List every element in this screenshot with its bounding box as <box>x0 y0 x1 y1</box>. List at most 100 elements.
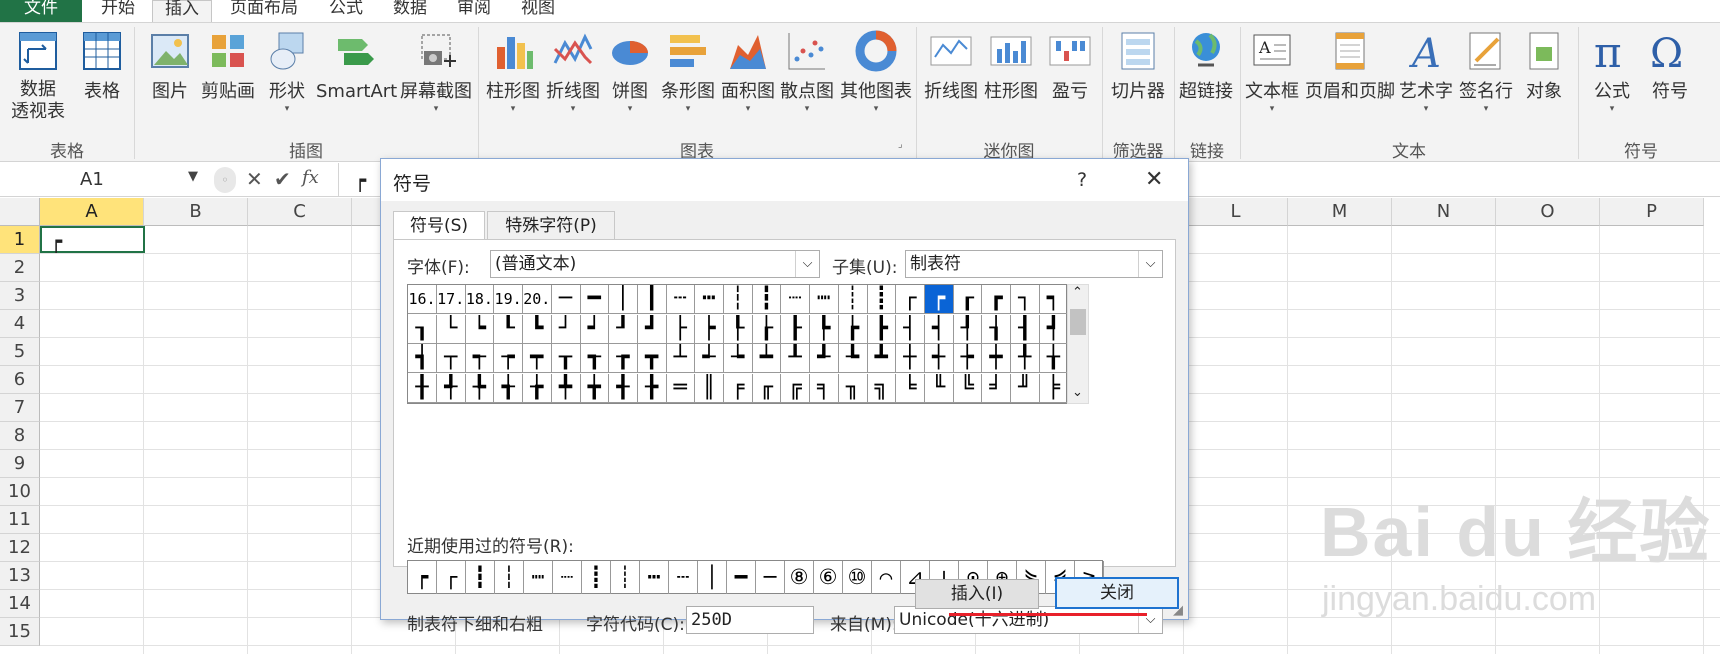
tab-insert[interactable]: 插入 <box>152 0 212 22</box>
equation-button[interactable]: π 公式 ▾ <box>1584 29 1640 115</box>
symbol-cell[interactable]: └ <box>436 314 466 344</box>
symbol-cell[interactable]: ┰ <box>551 344 581 373</box>
symbol-cell[interactable]: ┎ <box>953 285 983 314</box>
symbol-cell[interactable]: ╊ <box>637 373 667 403</box>
sparkline-winloss-button[interactable]: 盈亏 <box>1042 29 1098 103</box>
tab-data[interactable]: 数据 <box>382 0 438 22</box>
resize-grip-icon[interactable]: ◢ <box>1173 603 1183 618</box>
slicer-button[interactable]: 切片器 <box>1106 29 1170 103</box>
symbol-cell[interactable]: ┉ <box>809 285 839 314</box>
symbol-cell[interactable]: ╛ <box>982 373 1011 403</box>
row-header-5[interactable]: 5 <box>0 338 40 366</box>
expand-handle-icon[interactable]: ◦ <box>214 167 236 193</box>
symbol-cell[interactable]: ┟ <box>752 314 782 344</box>
tab-review[interactable]: 审阅 <box>446 0 502 22</box>
symbol-cell[interactable]: ╖ <box>838 373 868 403</box>
symbol-cell[interactable]: ┾ <box>953 344 983 373</box>
other-charts-button[interactable]: 其他图表 ▾ <box>838 29 914 115</box>
symbol-cell[interactable]: ┚ <box>608 314 638 344</box>
symbol-cell[interactable]: ┠ <box>781 314 811 344</box>
recent-symbol-cell[interactable]: ⑥ <box>814 561 843 594</box>
column-header-l[interactable]: L <box>1184 198 1288 226</box>
symbol-cell[interactable]: ┴ <box>666 344 696 373</box>
close-icon[interactable]: ✕ <box>1145 167 1163 192</box>
symbol-cell[interactable]: ┣ <box>867 314 897 344</box>
row-header-15[interactable]: 15 <box>0 618 40 646</box>
help-button[interactable]: ? <box>1077 169 1087 191</box>
symbol-cell[interactable]: ┽ <box>924 344 954 373</box>
symbol-cell[interactable]: ╈ <box>580 373 610 403</box>
symbol-cell[interactable]: ┖ <box>494 314 524 344</box>
symbol-cell[interactable]: ╄ <box>465 373 495 403</box>
textbox-button[interactable]: A 文本框 ▾ <box>1244 29 1300 115</box>
symbol-cell[interactable]: ┩ <box>1039 314 1069 344</box>
symbol-cell[interactable]: ┊ <box>838 285 868 314</box>
symbol-cell[interactable]: ┿ <box>982 344 1011 373</box>
symbol-cell[interactable]: ╔ <box>781 373 811 403</box>
symbol-cell[interactable]: ╓ <box>752 373 782 403</box>
signature-line-button[interactable]: 签名行 ▾ <box>1456 29 1516 115</box>
symbol-cell[interactable]: ╃ <box>436 373 466 403</box>
symbol-cell[interactable]: ┹ <box>809 344 839 373</box>
enter-check-icon[interactable]: ✔ <box>274 167 291 191</box>
chevron-down-icon[interactable]: ⌄ <box>1072 385 1083 400</box>
symbol-cell[interactable]: │ <box>608 285 638 314</box>
symbol-cell[interactable]: ┸ <box>781 344 811 373</box>
name-box[interactable]: A1 <box>0 167 210 193</box>
row-header-10[interactable]: 10 <box>0 478 40 506</box>
symbol-cell[interactable]: ╕ <box>809 373 839 403</box>
symbol-cell[interactable]: ╞ <box>1039 373 1069 403</box>
row-header-13[interactable]: 13 <box>0 562 40 590</box>
symbol-cell-selected[interactable]: ┍ <box>924 285 954 314</box>
symbol-cell[interactable]: 20. <box>522 285 552 314</box>
recent-symbol-cell[interactable]: ⌒ <box>872 561 901 594</box>
symbol-cell[interactable]: ┋ <box>867 285 897 314</box>
symbol-cell[interactable]: ┯ <box>522 344 552 373</box>
symbol-cell[interactable]: ╜ <box>1010 373 1040 403</box>
tab-special-characters[interactable]: 特殊字符(P) <box>487 211 615 239</box>
symbol-cell[interactable]: ┙ <box>580 314 610 344</box>
symbol-cell[interactable]: ┡ <box>809 314 839 344</box>
recent-symbol-cell[interactable]: │ <box>698 561 727 594</box>
symbol-cell[interactable]: ┦ <box>953 314 983 344</box>
symbol-cell[interactable]: ┅ <box>695 285 724 314</box>
symbol-cell[interactable]: ┮ <box>494 344 524 373</box>
row-header-12[interactable]: 12 <box>0 534 40 562</box>
symbol-cell[interactable]: ┶ <box>723 344 753 373</box>
symbol-cell[interactable]: ┢ <box>838 314 868 344</box>
row-header-6[interactable]: 6 <box>0 366 40 394</box>
column-header-n[interactable]: N <box>1392 198 1496 226</box>
sparkline-column-button[interactable]: 柱形图 <box>982 29 1040 103</box>
symbol-cell[interactable]: ├ <box>666 314 696 344</box>
symbol-cell[interactable]: ┕ <box>465 314 495 344</box>
recent-symbol-cell[interactable]: ┅ <box>640 561 669 594</box>
symbol-grid-scrollbar[interactable]: ⌃ ⌄ <box>1067 284 1089 404</box>
symbol-cell[interactable]: ╁ <box>1039 344 1069 373</box>
formula-input[interactable]: ┍ <box>354 168 366 192</box>
recent-symbol-cell[interactable]: ┈ <box>553 561 582 594</box>
symbol-cell[interactable]: ┐ <box>1010 285 1040 314</box>
header-footer-button[interactable]: 页眉和页脚 <box>1302 29 1398 103</box>
row-header-8[interactable]: 8 <box>0 422 40 450</box>
tab-view[interactable]: 视图 <box>510 0 566 22</box>
row-header-3[interactable]: 3 <box>0 282 40 310</box>
symbol-cell[interactable]: ┏ <box>982 285 1011 314</box>
symbol-cell[interactable]: ┨ <box>1010 314 1040 344</box>
smartart-button[interactable]: SmartArt <box>316 29 397 103</box>
symbol-cell[interactable]: ┈ <box>781 285 811 314</box>
symbol-cell[interactable]: ╇ <box>551 373 581 403</box>
wordart-button[interactable]: A 艺术字 ▾ <box>1398 29 1454 115</box>
chevron-down-icon[interactable]: ⌵ <box>1138 607 1162 633</box>
symbol-button[interactable]: Ω 符号 <box>1642 29 1698 103</box>
recent-symbol-cell[interactable]: ┄ <box>669 561 698 594</box>
symbol-cell[interactable]: ┻ <box>867 344 897 373</box>
symbol-cell[interactable]: ━ <box>580 285 610 314</box>
pivot-table-button[interactable]: 数据 透视表 <box>4 29 72 123</box>
function-fx-icon[interactable]: fx <box>302 167 319 188</box>
tab-file[interactable]: 文件 <box>0 0 82 22</box>
symbol-cell[interactable]: ┬ <box>436 344 466 373</box>
tab-formulas[interactable]: 公式 <box>318 0 374 22</box>
recent-symbol-cell[interactable]: ┌ <box>437 561 466 594</box>
hyperlink-button[interactable]: 超链接 <box>1176 29 1236 103</box>
cancel-icon[interactable]: ✕ <box>246 167 263 191</box>
